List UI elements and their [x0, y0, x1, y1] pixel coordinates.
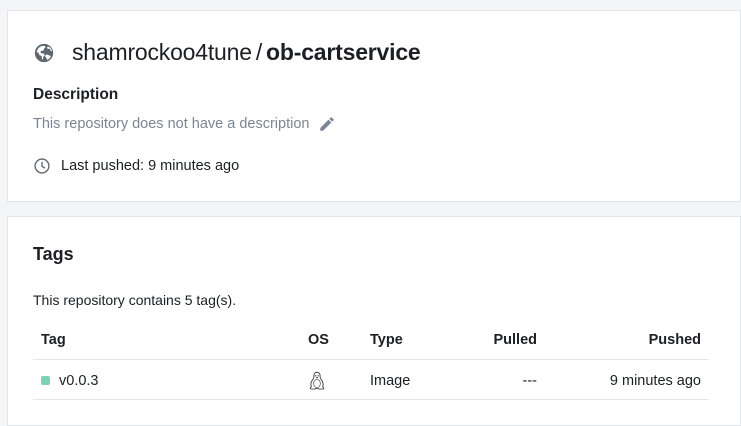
tags-table-header: Tag OS Type Pulled Pushed — [33, 321, 709, 360]
column-header-pushed[interactable]: Pushed — [649, 321, 701, 359]
tags-heading: Tags — [33, 244, 74, 264]
repository-header: shamrockoo4tune / ob-cartservice — [33, 39, 421, 66]
tag-cell: v0.0.3 — [41, 361, 99, 400]
tags-count-text: This repository contains 5 tag(s). — [33, 292, 237, 308]
repository-name: ob-cartservice — [266, 39, 421, 65]
pencil-icon — [320, 117, 335, 131]
description-label: Description — [33, 86, 119, 103]
tags-table: Tag OS Type Pulled Pushed v0.0.3 Image -… — [33, 321, 709, 400]
pushed-cell: 9 minutes ago — [609, 372, 701, 389]
edit-description-button[interactable] — [317, 114, 337, 134]
description-row: This repository does not have a descript… — [33, 114, 337, 134]
repository-owner[interactable]: shamrockoo4tune — [72, 39, 252, 65]
tag-status-indicator — [41, 376, 50, 385]
pulled-cell: --- — [522, 372, 538, 389]
table-row[interactable]: v0.0.3 Image --- 9 minutes ago — [33, 360, 709, 400]
type-cell: Image — [370, 372, 411, 389]
column-header-pulled[interactable]: Pulled — [493, 321, 537, 359]
repository-title: shamrockoo4tune / ob-cartservice — [72, 39, 421, 66]
repository-summary-card: shamrockoo4tune / ob-cartservice Descripti… — [7, 10, 741, 202]
last-pushed-row: Last pushed: 9 minutes ago — [33, 157, 239, 175]
column-header-os: OS — [308, 332, 329, 348]
globe-icon — [33, 42, 55, 64]
title-separator: / — [255, 39, 263, 65]
tag-name-link[interactable]: v0.0.3 — [59, 373, 99, 389]
linux-icon — [309, 371, 325, 390]
tags-card: Tags This repository contains 5 tag(s). … — [7, 216, 741, 426]
clock-icon — [33, 157, 51, 175]
description-text: This repository does not have a descript… — [33, 116, 310, 132]
last-pushed-text: Last pushed: 9 minutes ago — [61, 158, 240, 174]
os-cell — [308, 361, 326, 400]
column-header-type: Type — [370, 332, 403, 348]
column-header-tag[interactable]: Tag — [41, 321, 66, 359]
